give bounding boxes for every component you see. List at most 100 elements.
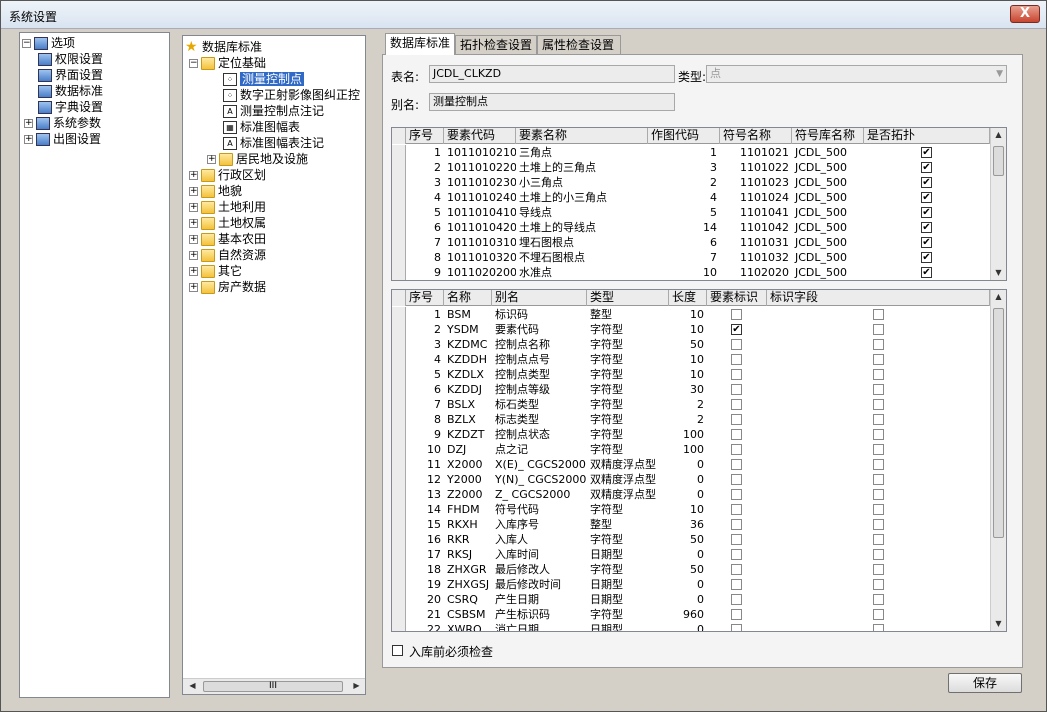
tree-layer-1[interactable]: ⁘ 数字正射影像图纠正控 xyxy=(223,87,360,103)
cell-checkbox[interactable] xyxy=(872,579,884,590)
field-grid-row[interactable]: 20 CSRQ 产生日期 日期型 0 xyxy=(392,592,990,607)
layer-tree-hscroll[interactable]: ◀ III ▶ xyxy=(183,678,365,694)
type-select[interactable]: 点 ▼ xyxy=(706,65,1007,83)
column-header-0[interactable]: 序号 xyxy=(406,290,444,306)
tab-database-standard[interactable]: 数据库标准 xyxy=(385,33,455,55)
cell-checkbox[interactable] xyxy=(872,549,884,560)
tree-folder-0[interactable]: + 行政区划 xyxy=(189,167,266,183)
cell-checkbox[interactable]: ✔ xyxy=(921,237,932,248)
row-header[interactable] xyxy=(392,160,406,175)
row-header[interactable] xyxy=(392,175,406,190)
field-grid-row[interactable]: 18 ZHXGR 最后修改人 字符型 50 xyxy=(392,562,990,577)
column-header-3[interactable]: 类型 xyxy=(587,290,669,306)
tree-folder-2[interactable]: + 土地利用 xyxy=(189,199,266,215)
scroll-right-icon[interactable]: ▶ xyxy=(349,679,364,693)
cell-checkbox[interactable]: ✔ xyxy=(921,192,932,203)
check-before-import-checkbox[interactable] xyxy=(392,645,403,656)
cell-checkbox[interactable]: ✔ xyxy=(921,267,932,278)
cell-checkbox[interactable]: ✔ xyxy=(921,222,932,233)
row-header[interactable] xyxy=(392,442,406,457)
alias-field[interactable]: 测量控制点 xyxy=(429,93,675,111)
field-grid-row[interactable]: 3 KZDMC 控制点名称 字符型 50 xyxy=(392,337,990,352)
row-header[interactable] xyxy=(392,607,406,622)
cell-checkbox[interactable] xyxy=(872,429,884,440)
scroll-thumb[interactable] xyxy=(993,146,1004,176)
field-grid-row[interactable]: 21 CSBSM 产生标识码 字符型 960 xyxy=(392,607,990,622)
row-header[interactable] xyxy=(392,457,406,472)
cell-checkbox[interactable] xyxy=(872,534,884,545)
field-grid-row[interactable]: 15 RKXH 入库序号 整型 36 xyxy=(392,517,990,532)
tree-folder-3[interactable]: + 土地权属 xyxy=(189,215,266,231)
row-header[interactable] xyxy=(392,307,406,322)
row-header[interactable] xyxy=(392,487,406,502)
cell-checkbox[interactable] xyxy=(731,399,742,410)
row-header[interactable] xyxy=(392,322,406,337)
expand-icon[interactable]: + xyxy=(189,251,198,260)
collapse-icon[interactable]: − xyxy=(22,39,31,48)
row-header[interactable] xyxy=(392,235,406,250)
row-header[interactable] xyxy=(392,547,406,562)
cell-checkbox[interactable] xyxy=(872,459,884,470)
row-header[interactable] xyxy=(392,220,406,235)
close-button[interactable]: X xyxy=(1010,5,1040,23)
row-header[interactable] xyxy=(392,145,406,160)
expand-icon[interactable]: + xyxy=(189,187,198,196)
cell-checkbox[interactable] xyxy=(731,534,742,545)
feature-grid-row[interactable]: 7 1011010310 埋石图根点 6 1101031 JCDL_500 ✔ xyxy=(392,235,990,250)
cell-checkbox[interactable] xyxy=(731,549,742,560)
row-header[interactable] xyxy=(392,250,406,265)
cell-checkbox[interactable] xyxy=(731,624,742,631)
field-grid-row[interactable]: 13 Z2000 Z_ CGCS2000 双精度浮点型 0 xyxy=(392,487,990,502)
tree-layer-0[interactable]: ⁘ 测量控制点 xyxy=(223,71,305,87)
feature-grid-row[interactable]: 3 1011010230 小三角点 2 1101023 JCDL_500 ✔ xyxy=(392,175,990,190)
cell-checkbox[interactable] xyxy=(731,579,742,590)
cell-checkbox[interactable] xyxy=(872,444,884,455)
row-header[interactable] xyxy=(392,265,406,280)
tree-layer-4[interactable]: A 标准图幅表注记 xyxy=(223,135,324,151)
cell-checkbox[interactable]: ✔ xyxy=(921,162,932,173)
expand-icon[interactable]: + xyxy=(189,283,198,292)
cell-checkbox[interactable] xyxy=(872,519,884,530)
field-grid-row[interactable]: 19 ZHXGSJ 最后修改时间 日期型 0 xyxy=(392,577,990,592)
tree-layer-3[interactable]: ▦ 标准图幅表 xyxy=(223,119,300,135)
expand-icon[interactable]: + xyxy=(189,203,198,212)
expand-icon[interactable]: + xyxy=(24,119,33,128)
cell-checkbox[interactable] xyxy=(731,339,742,350)
feature-grid-vscroll[interactable]: ▲ ▼ xyxy=(990,128,1006,280)
tree-folder-7[interactable]: + 房产数据 xyxy=(189,279,266,295)
field-grid-row[interactable]: 6 KZDDJ 控制点等级 字符型 30 xyxy=(392,382,990,397)
scroll-down-icon[interactable]: ▼ xyxy=(991,266,1006,280)
cell-checkbox[interactable] xyxy=(872,309,884,320)
tree-folder-6[interactable]: + 其它 xyxy=(189,263,242,279)
cell-checkbox[interactable] xyxy=(731,384,742,395)
feature-grid-row[interactable]: 4 1011010240 土堆上的小三角点 4 1101024 JCDL_500 ✔ xyxy=(392,190,990,205)
field-grid-row[interactable]: 1 BSM 标识码 整型 10 xyxy=(392,307,990,322)
feature-grid-row[interactable]: 8 1011010320 不埋石图根点 7 1101032 JCDL_500 ✔ xyxy=(392,250,990,265)
save-button[interactable]: 保存 xyxy=(948,673,1022,693)
cell-checkbox[interactable] xyxy=(731,474,742,485)
feature-grid-row[interactable]: 6 1011010420 土堆上的导线点 14 1101042 JCDL_500 ✔ xyxy=(392,220,990,235)
cell-checkbox[interactable] xyxy=(872,324,884,335)
cell-checkbox[interactable]: ✔ xyxy=(921,207,932,218)
expand-icon[interactable]: + xyxy=(189,267,198,276)
column-header-2[interactable]: 要素名称 xyxy=(516,128,648,144)
scroll-down-icon[interactable]: ▼ xyxy=(991,617,1006,631)
feature-grid-row[interactable]: 2 1011010220 土堆上的三角点 3 1101022 JCDL_500 ✔ xyxy=(392,160,990,175)
row-header[interactable] xyxy=(392,562,406,577)
field-grid-row[interactable]: 12 Y2000 Y(N)_ CGCS2000 双精度浮点型 0 xyxy=(392,472,990,487)
cell-checkbox[interactable] xyxy=(731,609,742,620)
scroll-up-icon[interactable]: ▲ xyxy=(991,128,1006,142)
field-grid-row[interactable]: 11 X2000 X(E)_ CGCS2000 双精度浮点型 0 xyxy=(392,457,990,472)
row-header[interactable] xyxy=(392,472,406,487)
cell-checkbox[interactable] xyxy=(731,564,742,575)
cell-checkbox[interactable] xyxy=(731,354,742,365)
row-header[interactable] xyxy=(392,190,406,205)
tree-item-3[interactable]: 字典设置 xyxy=(38,99,103,115)
field-grid-row[interactable]: 2 YSDM 要素代码 字符型 10 ✔ xyxy=(392,322,990,337)
column-header-3[interactable]: 作图代码 xyxy=(648,128,720,144)
field-grid-vscroll[interactable]: ▲ ▼ xyxy=(990,290,1006,631)
field-grid-row[interactable]: 17 RKSJ 入库时间 日期型 0 xyxy=(392,547,990,562)
collapse-icon[interactable]: − xyxy=(189,59,198,68)
feature-grid-row[interactable]: 1 1011010210 三角点 1 1101021 JCDL_500 ✔ xyxy=(392,145,990,160)
row-header[interactable] xyxy=(392,577,406,592)
